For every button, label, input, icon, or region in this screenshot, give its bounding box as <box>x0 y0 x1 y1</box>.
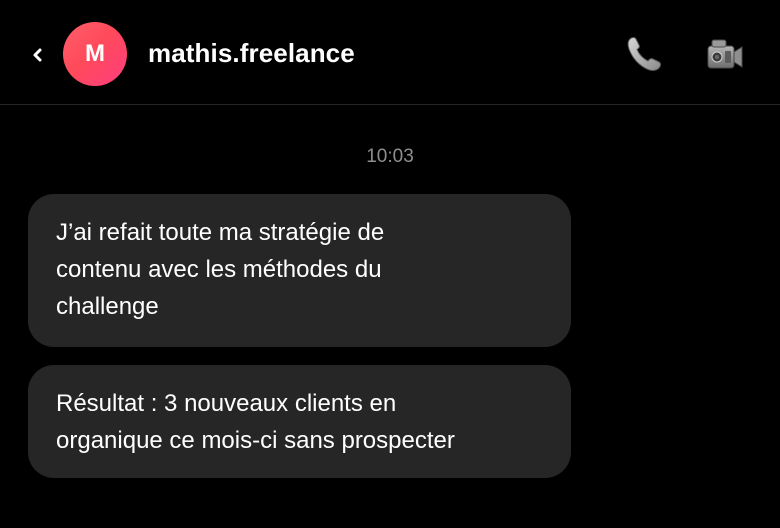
back-button[interactable] <box>28 38 48 72</box>
video-camera-icon <box>707 39 743 69</box>
message-text-line: Résultat : 3 nouveaux clients en <box>56 390 397 417</box>
phone-icon <box>627 37 661 71</box>
message-text-line: organique ce mois-ci sans prospecter <box>56 427 455 454</box>
message-bubble[interactable]: Résultat : 3 nouveaux clients en organiq… <box>28 365 571 478</box>
chat-header: M mathis.freelance <box>0 0 780 105</box>
avatar[interactable]: M <box>63 22 127 86</box>
video-call-button[interactable] <box>700 32 748 76</box>
message-timestamp: 10:03 <box>366 146 414 167</box>
message-text-line: challenge <box>56 293 159 320</box>
chevron-left-icon <box>33 48 42 62</box>
message-bubble[interactable]: J’ai refait toute ma stratégie de conten… <box>28 194 571 347</box>
call-button[interactable] <box>620 30 668 78</box>
message-text-line: J’ai refait toute ma stratégie de <box>56 219 385 246</box>
message-text-line: contenu avec les méthodes du <box>56 256 382 283</box>
username[interactable]: mathis.freelance <box>148 38 355 69</box>
avatar-initial: M <box>85 40 105 67</box>
